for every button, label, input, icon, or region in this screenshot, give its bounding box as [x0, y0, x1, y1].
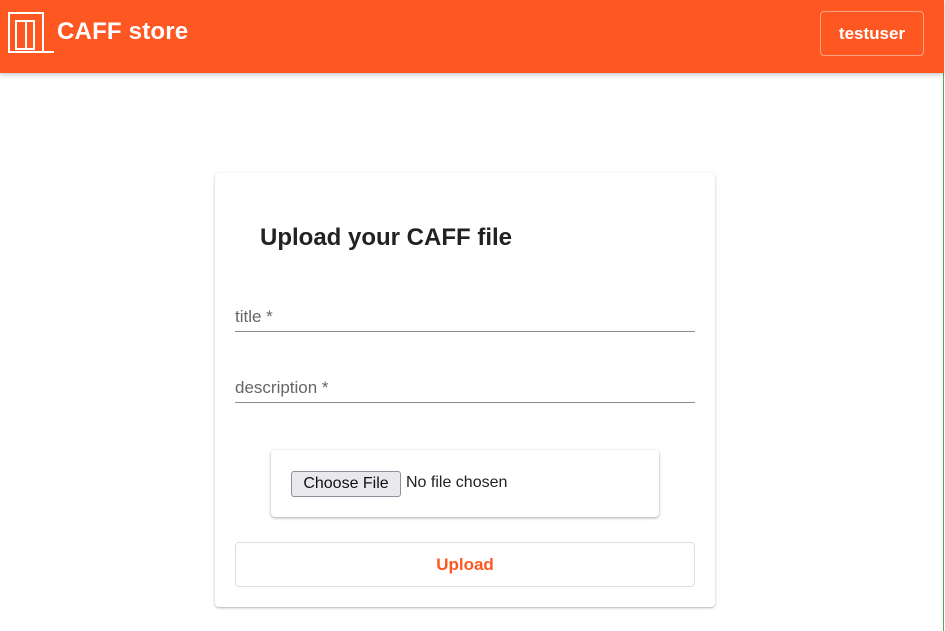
file-picker-box: Choose File No file chosen	[271, 450, 659, 517]
title-field	[235, 288, 695, 332]
user-menu-button[interactable]: testuser	[820, 11, 924, 56]
window-edge	[943, 0, 944, 631]
card-title: Upload your CAFF file	[260, 224, 512, 251]
choose-file-button[interactable]: Choose File	[291, 471, 401, 497]
door-icon	[8, 12, 54, 53]
description-input[interactable]	[235, 359, 695, 402]
page: CAFF store testuser Upload your CAFF fil…	[0, 0, 945, 631]
upload-card: Upload your CAFF file Choose File No fil…	[215, 173, 715, 607]
brand-title[interactable]: CAFF store	[57, 18, 188, 46]
description-field	[235, 359, 695, 403]
file-status-text: No file chosen	[406, 474, 508, 491]
title-input[interactable]	[235, 288, 695, 331]
app-bar: CAFF store testuser	[0, 0, 944, 73]
upload-button[interactable]: Upload	[235, 542, 695, 587]
